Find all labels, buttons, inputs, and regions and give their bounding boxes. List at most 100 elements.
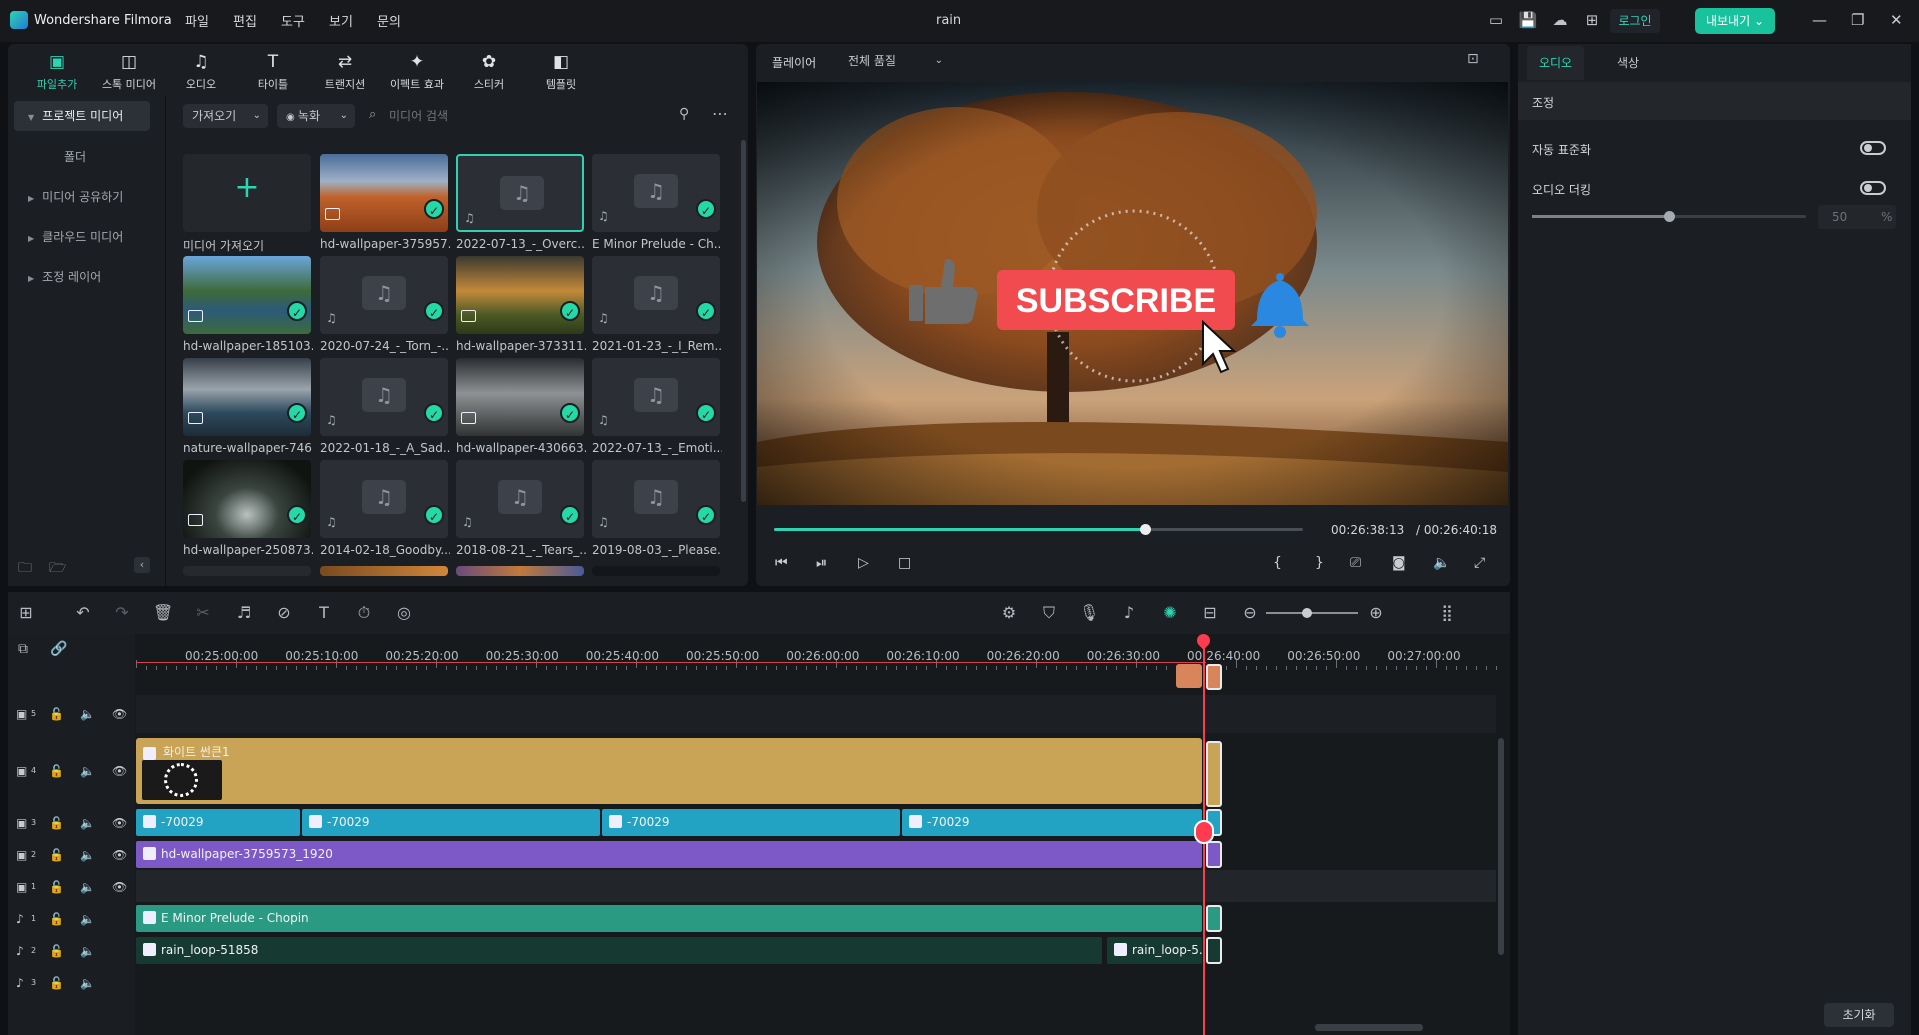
clip-trim-handle[interactable] bbox=[1206, 741, 1222, 807]
fullscreen-icon[interactable]: ⤢ bbox=[1474, 555, 1485, 571]
tab-transitions[interactable]: ⇄ 트랜지션 bbox=[313, 52, 377, 92]
snapshot-display-icon[interactable]: ⊡ bbox=[1467, 51, 1479, 67]
media-thumbnail[interactable]: ♫ ♫ bbox=[592, 256, 720, 334]
apps-grid-icon[interactable]: ⊞ bbox=[1582, 10, 1602, 30]
lock-icon[interactable]: 🔓 bbox=[49, 764, 64, 778]
media-thumbnail[interactable]: ♫ ♫ bbox=[592, 358, 720, 436]
video-preview[interactable]: SUBSCRIBE bbox=[757, 82, 1508, 505]
media-thumbnail[interactable] bbox=[320, 566, 448, 576]
volume-icon[interactable]: 🔈 bbox=[1433, 555, 1450, 571]
delete-icon[interactable]: 🗑 bbox=[153, 603, 173, 623]
media-scrollbar[interactable] bbox=[741, 140, 746, 502]
import-dropdown[interactable]: 가져오기 ⌄ bbox=[183, 104, 268, 128]
lock-icon[interactable]: 🔓 bbox=[49, 976, 64, 990]
eye-icon[interactable]: 👁 bbox=[112, 764, 127, 778]
tab-audio-properties[interactable]: 오디오 bbox=[1527, 46, 1584, 80]
ducking-slider[interactable] bbox=[1532, 211, 1806, 222]
media-thumbnail[interactable]: ♫ ♫ bbox=[320, 358, 448, 436]
tab-stock-media[interactable]: ◫ 스톡 미디어 bbox=[97, 52, 161, 92]
audio-clip[interactable]: rain_loop-5... bbox=[1107, 937, 1202, 964]
audio-mix-icon[interactable]: ♪ bbox=[1119, 603, 1139, 623]
media-thumbnail[interactable] bbox=[183, 358, 311, 436]
video-clip[interactable]: -70029 bbox=[302, 809, 600, 836]
tag-icon[interactable]: ⊘ bbox=[274, 603, 294, 623]
media-thumbnail[interactable]: ♫ ♫ bbox=[456, 154, 584, 232]
redo-icon[interactable]: ↷ bbox=[112, 603, 132, 623]
close-icon[interactable]: ✕ bbox=[1890, 11, 1903, 29]
tab-templates[interactable]: ◧ 템플릿 bbox=[529, 52, 593, 92]
media-thumbnail[interactable] bbox=[183, 566, 311, 576]
video-clip[interactable]: -70029 bbox=[136, 809, 300, 836]
menu-edit[interactable]: 편집 bbox=[233, 11, 257, 30]
cloud-upload-icon[interactable]: ☁ bbox=[1550, 10, 1570, 30]
volume-icon[interactable]: 🔈 bbox=[80, 944, 95, 958]
snap-magnet-icon[interactable]: ✺ bbox=[1160, 603, 1180, 623]
media-thumbnail[interactable]: ♫ ♫ bbox=[320, 460, 448, 538]
lock-icon[interactable]: 🔓 bbox=[49, 848, 64, 862]
microphone-icon[interactable]: 🎙 bbox=[1079, 603, 1099, 623]
audio-clip[interactable]: E Minor Prelude - Chopin bbox=[136, 905, 1202, 932]
volume-icon[interactable]: 🔈 bbox=[80, 816, 95, 830]
eye-icon[interactable]: 👁 bbox=[112, 880, 127, 894]
lock-icon[interactable]: 🔓 bbox=[49, 912, 64, 926]
tab-audio[interactable]: ♫ 오디오 bbox=[169, 52, 233, 92]
timeline-vertical-scrollbar[interactable] bbox=[1498, 738, 1504, 955]
eye-icon[interactable]: 👁 bbox=[112, 707, 127, 721]
sidebar-item-shared-media[interactable]: ▶ 미디어 공유하기 bbox=[14, 182, 150, 212]
ducking-value-box[interactable]: 50 % bbox=[1818, 205, 1896, 229]
zoom-in-icon[interactable]: ⊕ bbox=[1366, 603, 1386, 623]
playhead-marker[interactable] bbox=[1194, 820, 1214, 844]
sidebar-item-project-media[interactable]: ▼ 프로젝트 미디어 bbox=[14, 101, 150, 131]
clip-trim-handle[interactable] bbox=[1206, 841, 1222, 868]
tab-titles[interactable]: T 타이틀 bbox=[241, 52, 305, 92]
eye-icon[interactable]: 👁 bbox=[112, 848, 127, 862]
ducking-slider-handle[interactable] bbox=[1664, 211, 1675, 222]
clip-trim-handle[interactable] bbox=[1206, 664, 1222, 690]
color-wheel-icon[interactable]: ◎ bbox=[394, 603, 414, 623]
title-clip[interactable]: 화이트 썬큰1 bbox=[136, 738, 1202, 804]
volume-icon[interactable]: 🔈 bbox=[80, 848, 95, 862]
restore-icon[interactable]: ❐ bbox=[1851, 11, 1864, 29]
save-icon[interactable]: 💾 bbox=[1518, 10, 1538, 30]
audio-clip[interactable]: rain_loop-51858 bbox=[136, 937, 1102, 964]
lock-icon[interactable]: 🔓 bbox=[49, 816, 64, 830]
render-gear-icon[interactable]: ⚙ bbox=[999, 603, 1019, 623]
layout-icon[interactable]: ▭ bbox=[1486, 10, 1506, 30]
image-clip[interactable]: hd-wallpaper-3759573_1920 bbox=[136, 841, 1202, 868]
volume-icon[interactable]: 🔈 bbox=[80, 764, 95, 778]
tab-color[interactable]: 색상 bbox=[1598, 46, 1658, 80]
more-grid-icon[interactable]: ⣿ bbox=[1437, 603, 1457, 623]
camera-icon[interactable]: ◙ bbox=[1392, 555, 1406, 571]
video-clip[interactable]: -70029 bbox=[602, 809, 900, 836]
media-thumbnail[interactable] bbox=[456, 566, 584, 576]
menu-view[interactable]: 보기 bbox=[329, 11, 353, 30]
export-button[interactable]: 내보내기 ⌄ bbox=[1695, 8, 1775, 34]
zoom-slider-handle[interactable] bbox=[1302, 608, 1312, 618]
text-tool-icon[interactable]: T bbox=[314, 603, 334, 623]
mark-out-icon[interactable]: } bbox=[1315, 555, 1324, 571]
display-icon[interactable]: ⎚ bbox=[1350, 555, 1361, 571]
filter-icon[interactable]: ⚲ bbox=[679, 106, 689, 122]
play-reverse-icon[interactable]: ⏯ bbox=[816, 555, 827, 571]
media-thumbnail[interactable]: ♫ ♫ bbox=[456, 460, 584, 538]
audio-tools-icon[interactable]: ♬ bbox=[234, 603, 254, 623]
add-track-icon[interactable]: ⧉ bbox=[18, 641, 28, 657]
playback-handle[interactable] bbox=[1139, 524, 1151, 535]
collapse-sidebar-icon[interactable]: ‹ bbox=[134, 557, 150, 573]
volume-icon[interactable]: 🔈 bbox=[80, 912, 95, 926]
clip-trim-handle[interactable] bbox=[1206, 937, 1222, 964]
media-thumbnail[interactable] bbox=[320, 154, 448, 232]
sidebar-item-folder[interactable]: 폴더 bbox=[14, 142, 150, 172]
media-thumbnail[interactable] bbox=[456, 358, 584, 436]
layout-grid-icon[interactable]: ⊞ bbox=[16, 603, 36, 623]
menu-file[interactable]: 파일 bbox=[185, 11, 209, 30]
quality-dropdown[interactable]: 전체 품질 ⌄ bbox=[839, 49, 947, 73]
shield-icon[interactable]: ⛉ bbox=[1039, 603, 1059, 623]
volume-icon[interactable]: 🔈 bbox=[80, 880, 95, 894]
reset-button[interactable]: 초기화 bbox=[1824, 1003, 1894, 1027]
media-thumbnail[interactable] bbox=[183, 256, 311, 334]
split-scissors-icon[interactable]: ✂ bbox=[193, 603, 213, 623]
lock-icon[interactable]: 🔓 bbox=[49, 707, 64, 721]
media-thumbnail[interactable]: ♫ ♫ bbox=[592, 460, 720, 538]
video-clip[interactable]: -70029 bbox=[902, 809, 1202, 836]
